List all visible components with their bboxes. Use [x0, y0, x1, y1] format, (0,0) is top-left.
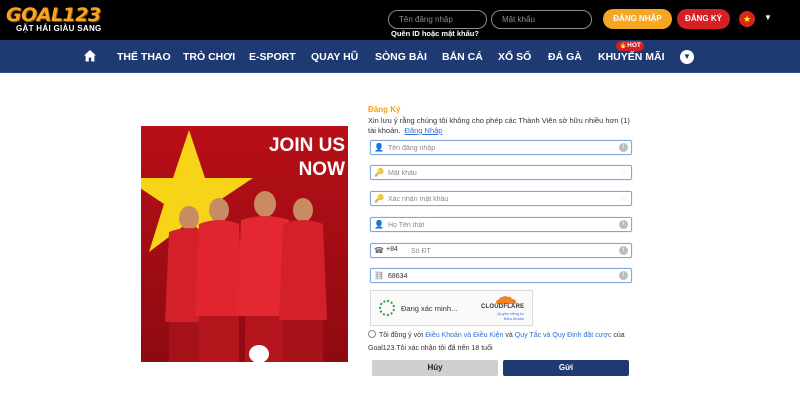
spinner-icon: [379, 300, 395, 316]
nav-item-esport[interactable]: E-SPORT: [249, 51, 296, 63]
header-password-input[interactable]: [491, 10, 592, 29]
info-icon: i: [619, 271, 628, 280]
banner-headline: JOIN US NOW: [255, 134, 345, 182]
agree-and: và: [505, 332, 513, 339]
password-input[interactable]: [388, 167, 613, 179]
phone-country-code: +84: [386, 246, 398, 253]
home-icon[interactable]: [83, 49, 97, 63]
captcha-code-input[interactable]: [388, 270, 613, 282]
terms-conditions-link[interactable]: Điều Khoản và Điều Kiện: [425, 332, 503, 339]
top-header: GOAL123 GẶT HÁI GIÀU SANG Quên ID hoặc m…: [0, 0, 800, 40]
captcha-code-field[interactable]: ⛓ i: [370, 268, 632, 283]
phone-field[interactable]: ☎ +84 i: [370, 243, 632, 258]
chevron-down-icon[interactable]: ▼: [764, 13, 772, 22]
nav-item-khuyen-mai[interactable]: KHUYẾN MÃI: [598, 51, 665, 63]
submit-button[interactable]: Gửi: [503, 360, 629, 376]
brand-logo[interactable]: GOAL123 GẶT HÁI GIÀU SANG: [6, 4, 116, 36]
login-link[interactable]: Đăng Nhập: [405, 126, 443, 135]
betting-rules-link[interactable]: Quy Tắc và Quy Định đặt cược: [515, 332, 612, 339]
main-nav: THỂ THAO TRÒ CHƠI E-SPORT QUAY HŨ SÒNG B…: [0, 40, 800, 73]
terms-link[interactable]: Điều khoản: [488, 316, 524, 321]
agreement-text: Tôi đồng ý với Điều Khoản và Điều Kiện v…: [368, 329, 632, 355]
agree-radio[interactable]: [368, 330, 376, 338]
nav-item-xo-so[interactable]: XỔ SỐ: [498, 51, 531, 63]
password-field[interactable]: 🔑 ◌: [370, 165, 632, 180]
promo-banner: JOIN US NOW: [141, 126, 348, 362]
nav-item-tro-choi[interactable]: TRÒ CHƠI: [183, 51, 235, 63]
fire-icon: 🔥: [619, 42, 628, 49]
logo-text: GOAL123: [6, 4, 101, 26]
user-icon: 👤: [374, 220, 384, 229]
header-username-input[interactable]: [388, 10, 487, 29]
confirm-password-field[interactable]: 🔑 ◌: [370, 191, 632, 206]
cloudflare-links: Quyền riêng tư Điều khoản: [488, 311, 524, 321]
username-input[interactable]: [388, 142, 613, 154]
info-icon: i: [619, 220, 628, 229]
cancel-button[interactable]: Hủy: [372, 360, 498, 376]
banner-line-1: JOIN US: [268, 135, 345, 156]
phone-icon: ☎: [374, 246, 384, 255]
logo-tagline: GẶT HÁI GIÀU SANG: [16, 24, 102, 33]
info-icon: i: [619, 143, 628, 152]
fullname-input[interactable]: [388, 219, 613, 231]
nav-item-song-bai[interactable]: SÒNG BÀI: [375, 51, 427, 63]
agree-prefix: Tôi đồng ý với: [379, 332, 424, 339]
nav-item-quay-hu[interactable]: QUAY HŨ: [311, 51, 358, 63]
form-note: Xin lưu ý rằng chúng tôi không cho phép …: [368, 116, 630, 136]
cloudflare-widget[interactable]: Đang xác minh... CLOUDFLARE Quyền riêng …: [370, 290, 533, 326]
login-button[interactable]: ĐĂNG NHẬP: [603, 9, 672, 29]
register-button[interactable]: ĐĂNG KÝ: [677, 9, 730, 29]
captcha-status: Đang xác minh...: [401, 304, 458, 313]
nav-item-the-thao[interactable]: THỂ THAO: [117, 51, 171, 63]
eye-hidden-icon[interactable]: ◌: [619, 168, 628, 177]
nav-item-ban-ca[interactable]: BẮN CÁ: [442, 51, 483, 63]
hot-badge-label: HOT: [627, 42, 641, 49]
eye-hidden-icon[interactable]: ◌: [619, 194, 628, 203]
key-icon: 🔑: [374, 168, 384, 177]
banner-line-2: NOW: [298, 159, 345, 180]
fullname-field[interactable]: 👤 i: [370, 217, 632, 232]
info-icon: i: [619, 246, 628, 255]
cloudflare-brand: CLOUDFLARE: [481, 304, 525, 310]
key-icon: 🔑: [374, 194, 384, 203]
phone-input[interactable]: [411, 245, 611, 257]
confirm-password-input[interactable]: [388, 193, 613, 205]
nav-more-chevron-icon[interactable]: ▼: [680, 50, 694, 64]
hot-badge: 🔥HOT: [616, 41, 644, 51]
user-icon: 👤: [374, 143, 384, 152]
form-title: Đăng Ký: [368, 105, 401, 114]
vietnam-flag-icon[interactable]: ★: [739, 11, 755, 27]
forgot-credentials-link[interactable]: Quên ID hoặc mật khẩu?: [391, 29, 479, 38]
captcha-icon: ⛓: [374, 271, 385, 280]
nav-item-da-ga[interactable]: ĐÁ GÀ: [548, 51, 582, 63]
username-field[interactable]: 👤 i: [370, 140, 632, 155]
